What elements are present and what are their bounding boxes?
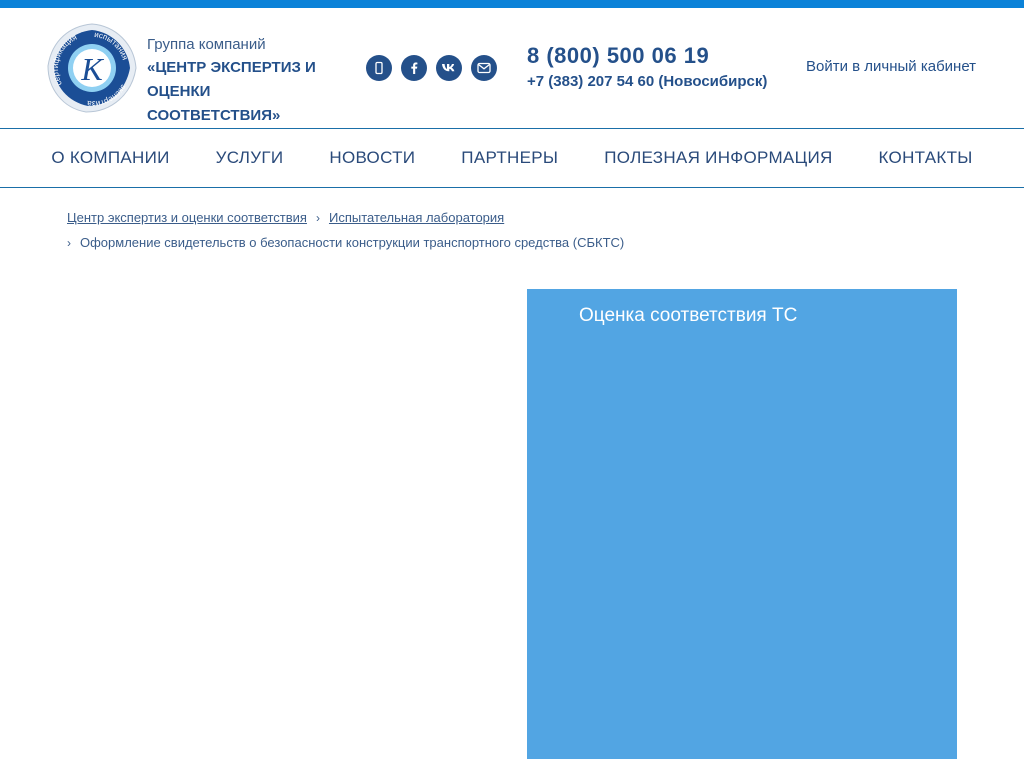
nav-item-useful-info[interactable]: ПОЛЕЗНАЯ ИНФОРМАЦИЯ xyxy=(604,148,832,168)
breadcrumb-current: Оформление свидетельств о безопасности к… xyxy=(80,235,625,250)
nav-item-news[interactable]: НОВОСТИ xyxy=(329,148,415,168)
social-links xyxy=(366,55,497,81)
vk-icon[interactable] xyxy=(436,55,462,81)
brand-name-line-1: «ЦЕНТР ЭКСПЕРТИЗ И xyxy=(147,59,316,76)
company-logo[interactable]: К сертификация испытания экспертиза xyxy=(46,22,138,114)
phone-local[interactable]: +7 (383) 207 54 60 (Новосибирск) xyxy=(527,71,767,93)
login-link[interactable]: Войти в личный кабинет xyxy=(806,58,976,75)
logo-letter: К xyxy=(80,51,104,87)
breadcrumb-link-lab[interactable]: Испытательная лаборатория xyxy=(329,209,504,227)
breadcrumb: Центр экспертиз и оценки соответствия › … xyxy=(67,209,624,252)
brand-name-line-2: ОЦЕНКИ СООТВЕТСТВИЯ» xyxy=(147,83,281,124)
phone-block: 8 (800) 500 06 19 +7 (383) 207 54 60 (Но… xyxy=(527,42,767,93)
breadcrumb-separator-icon: › xyxy=(67,236,71,250)
breadcrumb-link-home[interactable]: Центр экспертиз и оценки соответствия xyxy=(67,209,307,227)
main-nav: О КОМПАНИИ УСЛУГИ НОВОСТИ ПАРТНЕРЫ ПОЛЕЗ… xyxy=(0,128,1024,188)
panel-title[interactable]: Оценка соответствия ТС xyxy=(579,305,797,327)
brand-prefix: Группа компаний xyxy=(147,36,266,53)
facebook-icon[interactable] xyxy=(401,55,427,81)
top-accent-bar xyxy=(0,0,1024,8)
instagram-icon[interactable] xyxy=(366,55,392,81)
assessment-panel: Оценка соответствия ТС xyxy=(527,289,957,759)
phone-main[interactable]: 8 (800) 500 06 19 xyxy=(527,42,767,70)
mail-icon[interactable] xyxy=(471,55,497,81)
nav-item-about[interactable]: О КОМПАНИИ xyxy=(51,148,169,168)
nav-item-services[interactable]: УСЛУГИ xyxy=(216,148,284,168)
nav-item-contacts[interactable]: КОНТАКТЫ xyxy=(879,148,973,168)
nav-item-partners[interactable]: ПАРТНЕРЫ xyxy=(461,148,558,168)
breadcrumb-separator-icon: › xyxy=(315,211,320,225)
brand-block: Группа компаний «ЦЕНТР ЭКСПЕРТИЗ И ОЦЕНК… xyxy=(147,34,347,128)
